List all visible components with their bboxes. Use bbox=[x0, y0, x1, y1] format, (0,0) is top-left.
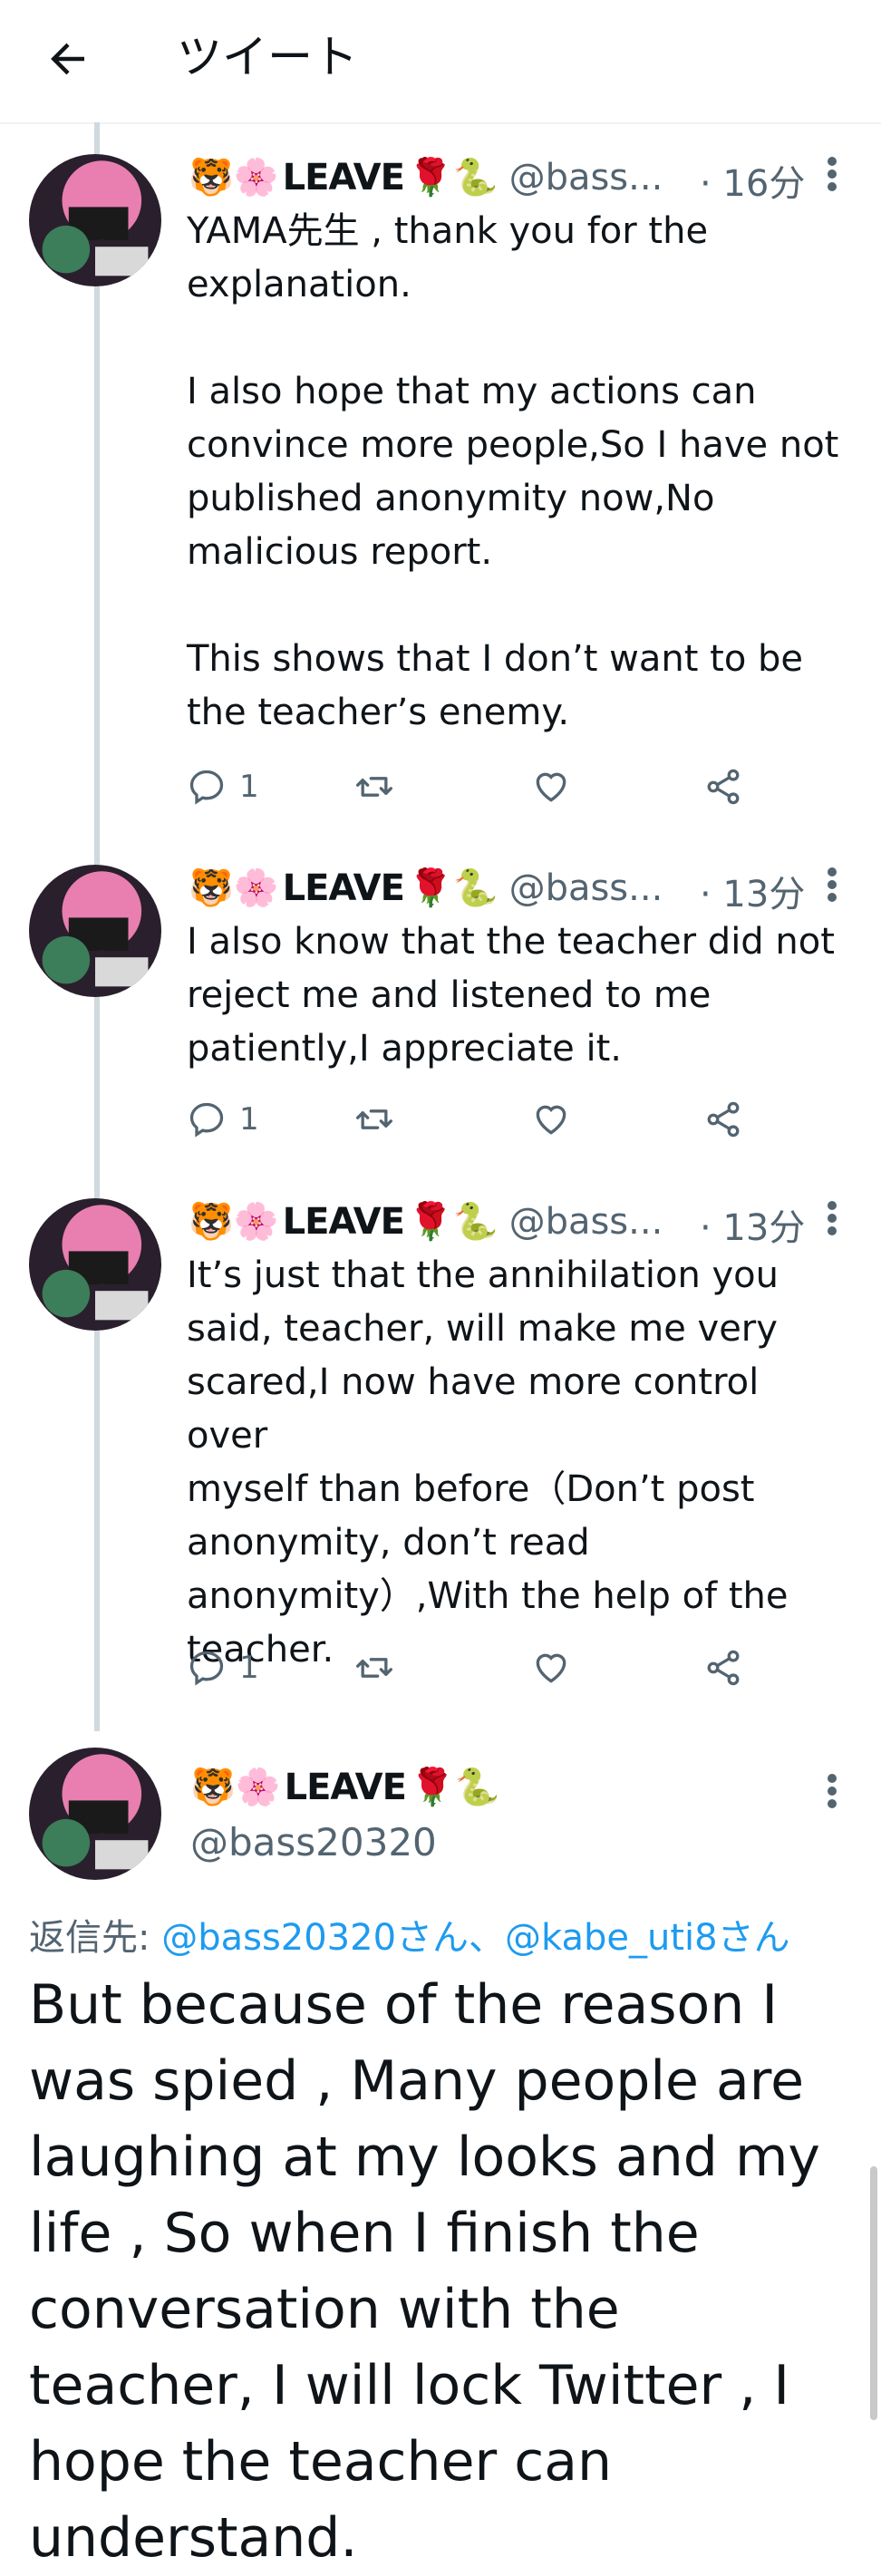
like-button[interactable] bbox=[531, 760, 571, 814]
like-button[interactable] bbox=[531, 1641, 571, 1695]
display-name[interactable]: LEAVE bbox=[283, 157, 405, 199]
retweet-button[interactable] bbox=[354, 1641, 394, 1695]
retweet-icon bbox=[356, 1109, 392, 1129]
action-bar: 1 bbox=[187, 760, 785, 814]
mention-link[interactable]: @kabe_uti8さん bbox=[505, 1917, 790, 1959]
tweet-header: 🐯🌸 LEAVE 🌹🐍 @bass... bbox=[189, 861, 663, 915]
emoji: 🐯🌸 bbox=[189, 1201, 279, 1243]
display-name[interactable]: LEAVE bbox=[285, 1767, 407, 1808]
back-arrow-icon[interactable] bbox=[44, 34, 92, 83]
emoji: 🌹🐍 bbox=[409, 1767, 500, 1808]
tweet-text: I also know that the teacher did not rej… bbox=[187, 921, 835, 1070]
retweet-icon bbox=[356, 777, 392, 797]
user-handle[interactable]: @bass20320 bbox=[190, 1820, 437, 1864]
share-button[interactable] bbox=[703, 760, 743, 814]
retweet-button[interactable] bbox=[354, 760, 394, 814]
emoji: 🌹🐍 bbox=[407, 157, 499, 199]
user-handle[interactable]: @bass... bbox=[509, 157, 663, 199]
timestamp[interactable]: · 13分 bbox=[700, 1198, 805, 1251]
emoji: 🐯🌸 bbox=[189, 157, 279, 199]
reply-button[interactable]: 1 bbox=[187, 1641, 259, 1695]
retweet-button[interactable] bbox=[354, 1092, 394, 1147]
reply-button[interactable]: 1 bbox=[187, 760, 259, 814]
share-button[interactable] bbox=[703, 1092, 743, 1147]
user-handle[interactable]: @bass... bbox=[509, 1201, 663, 1243]
reply-button[interactable]: 1 bbox=[187, 1092, 259, 1147]
display-name[interactable]: LEAVE bbox=[283, 1201, 405, 1243]
action-bar: 1 bbox=[187, 1641, 785, 1695]
share-icon bbox=[707, 769, 740, 805]
emoji: 🐯🌸 bbox=[190, 1767, 281, 1808]
timestamp[interactable]: · 13分 bbox=[700, 865, 805, 917]
reply-count: 1 bbox=[239, 1101, 259, 1138]
action-bar: 1 bbox=[187, 1092, 785, 1147]
avatar[interactable] bbox=[29, 865, 161, 997]
tweet-text: It’s just that the annihilation you said… bbox=[187, 1254, 789, 1671]
tweet-text: YAMA先生 , thank you for the explanation. … bbox=[187, 210, 839, 733]
like-button[interactable] bbox=[531, 1092, 571, 1147]
display-name[interactable]: LEAVE bbox=[283, 867, 405, 909]
emoji: 🌹🐍 bbox=[407, 1201, 499, 1243]
timestamp[interactable]: · 16分 bbox=[700, 154, 805, 207]
top-bar: ツイート bbox=[0, 0, 881, 124]
more-icon[interactable] bbox=[825, 156, 839, 192]
reply-count: 1 bbox=[239, 1650, 259, 1686]
more-icon[interactable] bbox=[825, 1200, 839, 1236]
user-handle[interactable]: @bass... bbox=[509, 867, 663, 909]
more-icon[interactable] bbox=[825, 1773, 839, 1809]
like-icon bbox=[536, 1105, 566, 1135]
tweet-header: 🐯🌸 LEAVE 🌹🐍 @bass... bbox=[189, 1195, 663, 1249]
retweet-icon bbox=[356, 1658, 392, 1678]
like-icon bbox=[536, 1653, 566, 1683]
reply-icon bbox=[189, 1102, 224, 1138]
tweet-text: But because of the reason I was spied , … bbox=[29, 1973, 820, 2570]
mention-separator: 、 bbox=[469, 1917, 506, 1959]
tweet-header: 🐯🌸 LEAVE 🌹🐍 @bass... bbox=[189, 150, 663, 205]
emoji: 🌹🐍 bbox=[407, 867, 499, 909]
tweet-header: 🐯🌸 LEAVE 🌹🐍 bbox=[190, 1760, 504, 1815]
avatar[interactable] bbox=[29, 1748, 161, 1880]
emoji: 🐯🌸 bbox=[189, 867, 279, 909]
share-button[interactable] bbox=[703, 1641, 743, 1695]
page-title: ツイート bbox=[177, 31, 358, 83]
scrollbar[interactable] bbox=[870, 2166, 877, 2420]
share-icon bbox=[707, 1101, 740, 1138]
share-icon bbox=[707, 1650, 740, 1686]
reply-count: 1 bbox=[239, 769, 259, 805]
avatar[interactable] bbox=[29, 1198, 161, 1331]
reply-icon bbox=[189, 770, 224, 805]
reply-to-line: 返信先: @bass20320さん、@kabe_uti8さん bbox=[29, 1908, 790, 1961]
mention-link[interactable]: @bass20320さん bbox=[161, 1917, 469, 1959]
avatar[interactable] bbox=[29, 154, 161, 286]
more-icon[interactable] bbox=[825, 867, 839, 903]
reply-to-label: 返信先: bbox=[29, 1917, 162, 1959]
like-icon bbox=[536, 772, 566, 802]
reply-icon bbox=[189, 1651, 224, 1686]
